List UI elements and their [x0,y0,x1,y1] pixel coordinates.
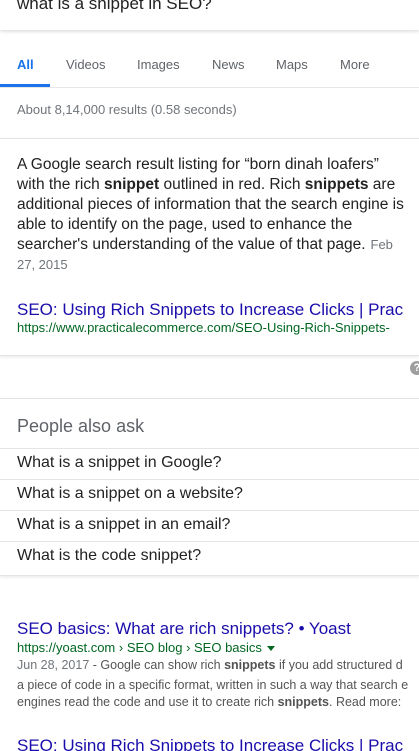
results-stats: About 8,14,000 results (0.58 seconds) [17,102,237,117]
tab-videos[interactable]: Videos [66,57,106,72]
tab-news[interactable]: News [212,57,245,72]
result-title-link[interactable]: SEO basics: What are rich snippets? • Yo… [17,619,351,639]
result-url: https://yoast.com › SEO blog › SEO basic… [17,640,262,655]
paa-question-label: What is a snippet in an email? [17,516,231,533]
paa-question[interactable]: What is a snippet on a website? [0,479,419,511]
snippet-text-part: outlined in red. Rich [159,176,305,193]
tab-all[interactable]: All [17,57,34,72]
active-tab-indicator [0,84,50,87]
snippet-highlight: snippet [104,176,160,193]
caret-down-icon[interactable] [266,646,275,652]
paa-question-label: What is a snippet on a website? [17,485,243,502]
featured-snippet-link[interactable]: SEO: Using Rich Snippets to Increase Cli… [17,300,403,320]
help-icon[interactable]: ? [410,361,419,375]
search-query-text[interactable]: what is a snippet in SEO? [17,0,212,14]
tab-images[interactable]: Images [137,57,180,72]
result-text: - Google can show rich [89,658,225,672]
tab-maps[interactable]: Maps [276,57,308,72]
people-also-ask-heading: People also ask [17,416,145,436]
result-date: Jun 28, 2017 [17,658,90,672]
paa-question[interactable]: What is a snippet in Google? [0,448,419,480]
paa-question-label: What is the code snippet? [17,547,202,564]
result-title-link[interactable]: SEO: Using Rich Snippets to Increase Cli… [17,736,403,751]
paa-question-label: What is a snippet in Google? [17,454,222,471]
featured-snippet-text: A Google search result listing for “born… [17,155,409,275]
result-text: . Read more: [329,695,402,709]
result-text: if you add structured d [275,658,403,672]
snippet-highlight: snippets [304,176,369,193]
featured-snippet-url: https://www.practicalecommerce.com/SEO-U… [17,320,390,335]
search-bar[interactable]: what is a snippet in SEO? [0,0,419,30]
result-breadcrumb: https://yoast.com › SEO blog › SEO basic… [17,640,275,655]
paa-question[interactable]: What is the code snippet? [0,541,419,573]
paa-question[interactable]: What is a snippet in an email? [0,510,419,542]
result-text: a piece of code in a specific format, wr… [17,678,409,692]
tab-more[interactable]: More [340,57,370,72]
result-text: engines read the code and use it to crea… [17,695,278,709]
result-highlight: snippets [277,695,329,709]
result-description-line: engines read the code and use it to crea… [17,692,419,712]
result-description-line: Jun 28, 2017 - Google can show rich snip… [17,655,419,675]
result-highlight: snippets [224,658,276,672]
search-tabs: All Videos Images News Maps More [0,30,419,88]
search-results-page: what is a snippet in SEO? All Videos Ima… [0,0,419,751]
